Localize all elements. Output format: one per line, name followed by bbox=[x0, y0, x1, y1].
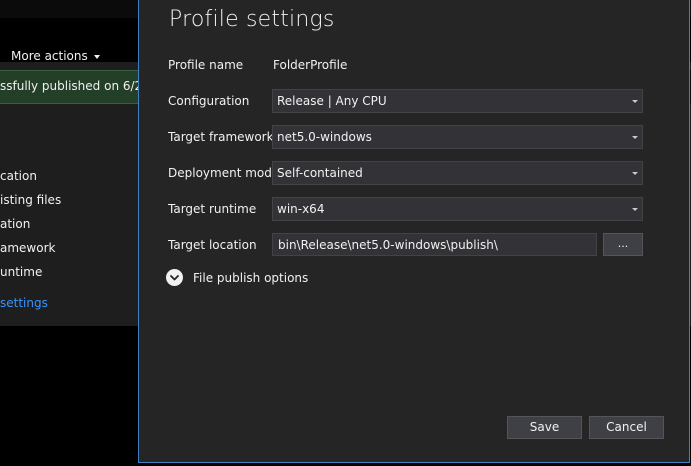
chevron-down-icon bbox=[632, 172, 638, 175]
target-location-input[interactable]: bin\Release\net5.0-windows\publish\ bbox=[272, 233, 597, 256]
target-runtime-label: Target runtime bbox=[168, 202, 257, 216]
deployment-mode-value: Self-contained bbox=[277, 166, 363, 180]
nav-item-settings[interactable]: settings bbox=[0, 296, 48, 310]
file-publish-options-toggle[interactable]: File publish options bbox=[193, 271, 308, 285]
target-runtime-select[interactable]: win-x64 bbox=[272, 197, 643, 221]
more-actions-button[interactable]: More actions bbox=[11, 49, 100, 63]
more-actions-label: More actions bbox=[11, 49, 88, 63]
chevron-down-icon bbox=[632, 100, 638, 103]
nav-item-framework[interactable]: amework bbox=[0, 241, 55, 255]
configuration-select[interactable]: Release | Any CPU bbox=[272, 89, 643, 113]
nav-item-location[interactable]: cation bbox=[0, 169, 37, 183]
target-runtime-value: win-x64 bbox=[277, 202, 325, 216]
chevron-down-icon bbox=[632, 208, 638, 211]
configuration-label: Configuration bbox=[168, 94, 250, 108]
configuration-value: Release | Any CPU bbox=[277, 94, 387, 108]
expand-chevron-icon[interactable] bbox=[166, 269, 183, 286]
nav-item-existing-files[interactable]: isting files bbox=[0, 193, 61, 207]
target-framework-select[interactable]: net5.0-windows bbox=[272, 125, 643, 149]
profile-name-value: FolderProfile bbox=[273, 58, 348, 72]
target-framework-label: Target framework bbox=[168, 130, 274, 144]
profile-name-label: Profile name bbox=[168, 58, 244, 72]
dialog-title: Profile settings bbox=[169, 7, 335, 32]
deployment-mode-select[interactable]: Self-contained bbox=[272, 161, 643, 185]
target-location-value: bin\Release\net5.0-windows\publish\ bbox=[278, 238, 498, 252]
target-location-label: Target location bbox=[168, 238, 257, 252]
target-framework-value: net5.0-windows bbox=[277, 130, 372, 144]
profile-settings-dialog: Profile settings Profile name FolderProf… bbox=[138, 0, 690, 463]
cancel-button[interactable]: Cancel bbox=[589, 416, 664, 439]
save-button[interactable]: Save bbox=[507, 416, 582, 439]
browse-button[interactable]: ... bbox=[603, 233, 643, 256]
nav-item-runtime[interactable]: untime bbox=[0, 265, 42, 279]
chevron-down-icon bbox=[632, 136, 638, 139]
chevron-down-icon bbox=[93, 54, 100, 59]
deployment-mode-label: Deployment mode bbox=[168, 166, 280, 180]
nav-item-configuration[interactable]: ation bbox=[0, 217, 30, 231]
chevron-down-icon bbox=[170, 275, 179, 281]
